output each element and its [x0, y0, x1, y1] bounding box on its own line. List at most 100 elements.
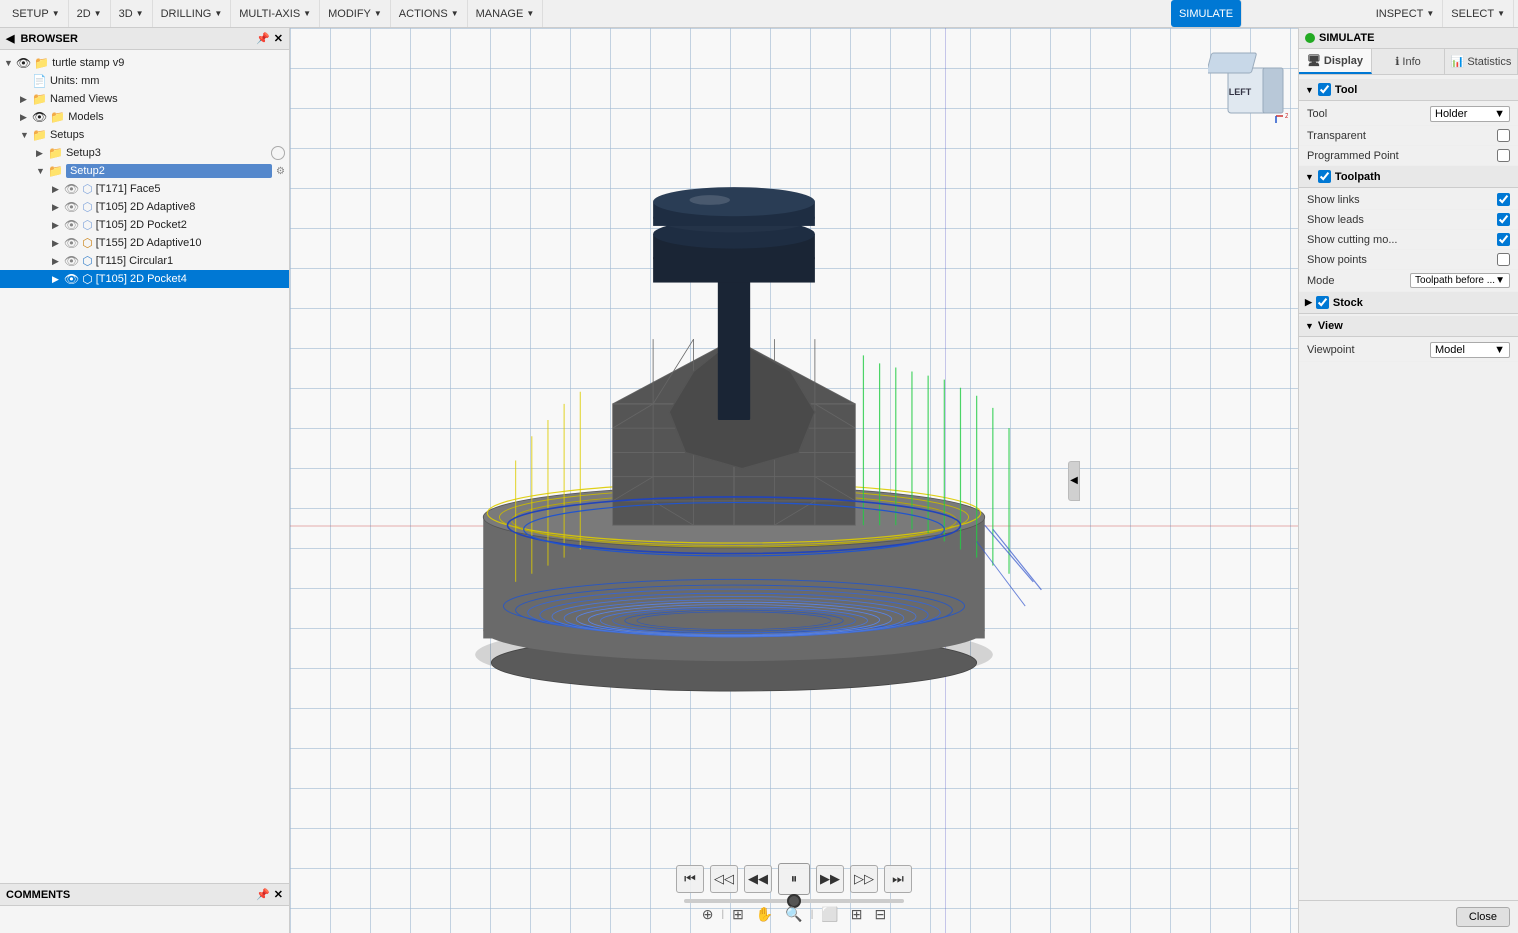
tree-setups[interactable]: ▼ 📁 Setups — [0, 126, 289, 144]
toolbar-modify[interactable]: MODIFY ▼ — [320, 0, 391, 27]
show-cutting-checkbox[interactable] — [1497, 233, 1510, 246]
tree-models[interactable]: ▶ 👁 📁 Models — [0, 108, 289, 126]
tree-setup2[interactable]: ▼ 📁 Setup2 ⚙ — [0, 162, 289, 180]
mode-dropdown-arrow: ▼ — [1495, 275, 1505, 286]
show-links-checkbox[interactable] — [1497, 193, 1510, 206]
tool-section-checkbox[interactable] — [1318, 83, 1331, 96]
svg-text:Z: Z — [1285, 113, 1288, 120]
setup2-expand[interactable]: ▼ — [36, 166, 48, 176]
setup3-expand[interactable]: ▶ — [36, 148, 48, 159]
toolbar-2d[interactable]: 2D ▼ — [69, 0, 111, 27]
view-section-header[interactable]: ▼ View — [1299, 316, 1518, 337]
toolbar-3d[interactable]: 3D ▼ — [111, 0, 153, 27]
tab-display[interactable]: 🖥 Display — [1299, 49, 1372, 74]
transparent-checkbox[interactable] — [1497, 129, 1510, 142]
settings-icon[interactable]: ⊟ — [871, 904, 891, 925]
zoom-icon[interactable]: 🔍 — [781, 904, 806, 925]
toolbar-setup[interactable]: SETUP ▼ — [4, 0, 69, 27]
tool-section-chevron: ▼ — [1305, 85, 1314, 95]
comments-pin-icon[interactable]: 📌 — [256, 888, 270, 901]
toolbar-actions[interactable]: ACTIONS ▼ — [391, 0, 468, 27]
browser-title: BROWSER — [20, 33, 77, 45]
toolbar-drilling[interactable]: DRILLING ▼ — [153, 0, 232, 27]
progress-track[interactable] — [684, 899, 904, 903]
close-button[interactable]: Close — [1456, 907, 1510, 927]
playback-next[interactable]: ▶▶ — [816, 865, 844, 893]
browser-back-icon[interactable]: ◀ — [6, 32, 14, 45]
tool-type-dropdown[interactable]: Holder ▼ — [1430, 106, 1510, 122]
tree-setup3[interactable]: ▶ 📁 Setup3 — [0, 144, 289, 162]
drilling-arrow: ▼ — [214, 9, 222, 18]
prop-show-links: Show links — [1299, 190, 1518, 210]
playback-pause[interactable]: ⏸ — [778, 863, 810, 895]
eye-op3-icon: 👁 — [64, 218, 79, 232]
op1-icon: ⬡ — [82, 182, 92, 196]
playback-next-fast[interactable]: ▷▷ — [850, 865, 878, 893]
comments-header: COMMENTS 📌 ✕ — [0, 884, 289, 906]
tree-root[interactable]: ▼ 👁 📁 turtle stamp v9 — [0, 54, 289, 72]
eye-op4-icon: 👁 — [64, 236, 79, 250]
toolbar-inspect[interactable]: INSPECT ▼ — [1368, 0, 1444, 27]
display-tab-icon: 🖥 — [1307, 54, 1321, 67]
display-mode-icon[interactable]: ⬜ — [817, 904, 842, 925]
2d-arrow: ▼ — [94, 9, 102, 18]
comments-title: COMMENTS — [6, 889, 70, 901]
tree-op-adaptive10[interactable]: ▶ 👁 ⬡ [T155] 2D Adaptive10 — [0, 234, 289, 252]
programmed-point-checkbox[interactable] — [1497, 149, 1510, 162]
models-expand[interactable]: ▶ — [20, 112, 32, 123]
tree-op-pocket4[interactable]: ▶ 👁 ⬡ [T105] 2D Pocket4 — [0, 270, 289, 288]
tab-statistics[interactable]: 📊 Statistics — [1445, 49, 1518, 74]
playback-prev[interactable]: ◀◀ — [744, 865, 772, 893]
viewport[interactable]: ⏮ ◁◁ ◀◀ ⏸ ▶▶ ▷▷ ⏭ ⊕ | ⊞ ✋ 🔍 | ⬜ ⊞ ⊟ — [290, 28, 1298, 933]
setup2-gear-icon[interactable]: ⚙ — [276, 166, 285, 177]
setups-expand[interactable]: ▼ — [20, 130, 32, 140]
stats-tab-icon: 📊 — [1451, 55, 1465, 68]
tab-info[interactable]: ℹ Info — [1372, 49, 1445, 74]
tool-section-header[interactable]: ▼ Tool — [1299, 79, 1518, 101]
tree-op-adaptive8[interactable]: ▶ 👁 ⬡ [T105] 2D Adaptive8 — [0, 198, 289, 216]
eye-models-icon: 👁 — [32, 110, 47, 124]
fit-view-icon[interactable]: ⊞ — [728, 904, 748, 925]
folder-setup3-icon: 📁 — [48, 146, 63, 160]
browser-pin-icon[interactable]: 📌 — [256, 32, 270, 45]
stock-section-header[interactable]: ▶ Stock — [1299, 292, 1518, 314]
folder-setup2-icon: 📁 — [48, 164, 63, 178]
playback-end[interactable]: ⏭ — [884, 865, 912, 893]
stock-section-checkbox[interactable] — [1316, 296, 1329, 309]
prop-programmed-point: Programmed Point — [1299, 146, 1518, 166]
tree-op-face5[interactable]: ▶ 👁 ⬡ [T171] Face5 — [0, 180, 289, 198]
toolpath-section-chevron: ▼ — [1305, 172, 1314, 182]
3d-arrow: ▼ — [136, 9, 144, 18]
show-points-checkbox[interactable] — [1497, 253, 1510, 266]
prop-show-cutting: Show cutting mo... — [1299, 230, 1518, 250]
tree-op-circular1[interactable]: ▶ 👁 ⬡ [T115] Circular1 — [0, 252, 289, 270]
playback-start[interactable]: ⏮ — [676, 865, 704, 893]
comments-close-icon[interactable]: ✕ — [274, 888, 283, 901]
stock-section-chevron: ▶ — [1305, 297, 1312, 308]
viewpoint-dropdown[interactable]: Model ▼ — [1430, 342, 1510, 358]
op5-icon: ⬡ — [82, 254, 92, 268]
right-panel-collapse[interactable]: ◀ — [1068, 461, 1080, 501]
simulate-status-dot — [1305, 33, 1315, 43]
tree-op-pocket2[interactable]: ▶ 👁 ⬡ [T105] 2D Pocket2 — [0, 216, 289, 234]
tree-named-views[interactable]: ▶ 📁 Named Views — [0, 90, 289, 108]
eye-icon: 👁 — [16, 56, 31, 70]
toolpath-section-header[interactable]: ▼ Toolpath — [1299, 166, 1518, 188]
toolpath-section-checkbox[interactable] — [1318, 170, 1331, 183]
cursor-icon[interactable]: ⊕ — [698, 904, 718, 925]
show-leads-checkbox[interactable] — [1497, 213, 1510, 226]
toolbar-simulate[interactable]: SIMULATE — [1171, 0, 1242, 27]
toolbar-manage[interactable]: MANAGE ▼ — [468, 0, 544, 27]
mode-dropdown[interactable]: Toolpath before ... ▼ — [1410, 273, 1510, 288]
multiaxis-arrow: ▼ — [303, 9, 311, 18]
toolbar-select[interactable]: SELECT ▼ — [1443, 0, 1514, 27]
browser-close-icon[interactable]: ✕ — [274, 32, 283, 45]
pan-icon[interactable]: ✋ — [752, 904, 777, 925]
root-expand[interactable]: ▼ — [4, 58, 16, 68]
eye-op2-icon: 👁 — [64, 200, 79, 214]
grid-icon[interactable]: ⊞ — [847, 904, 867, 925]
toolbar-multiaxis[interactable]: MULTI-AXIS ▼ — [231, 0, 320, 27]
playback-prev-fast[interactable]: ◁◁ — [710, 865, 738, 893]
view-cube[interactable]: LEFT Z — [1208, 48, 1288, 128]
named-views-expand[interactable]: ▶ — [20, 94, 32, 105]
